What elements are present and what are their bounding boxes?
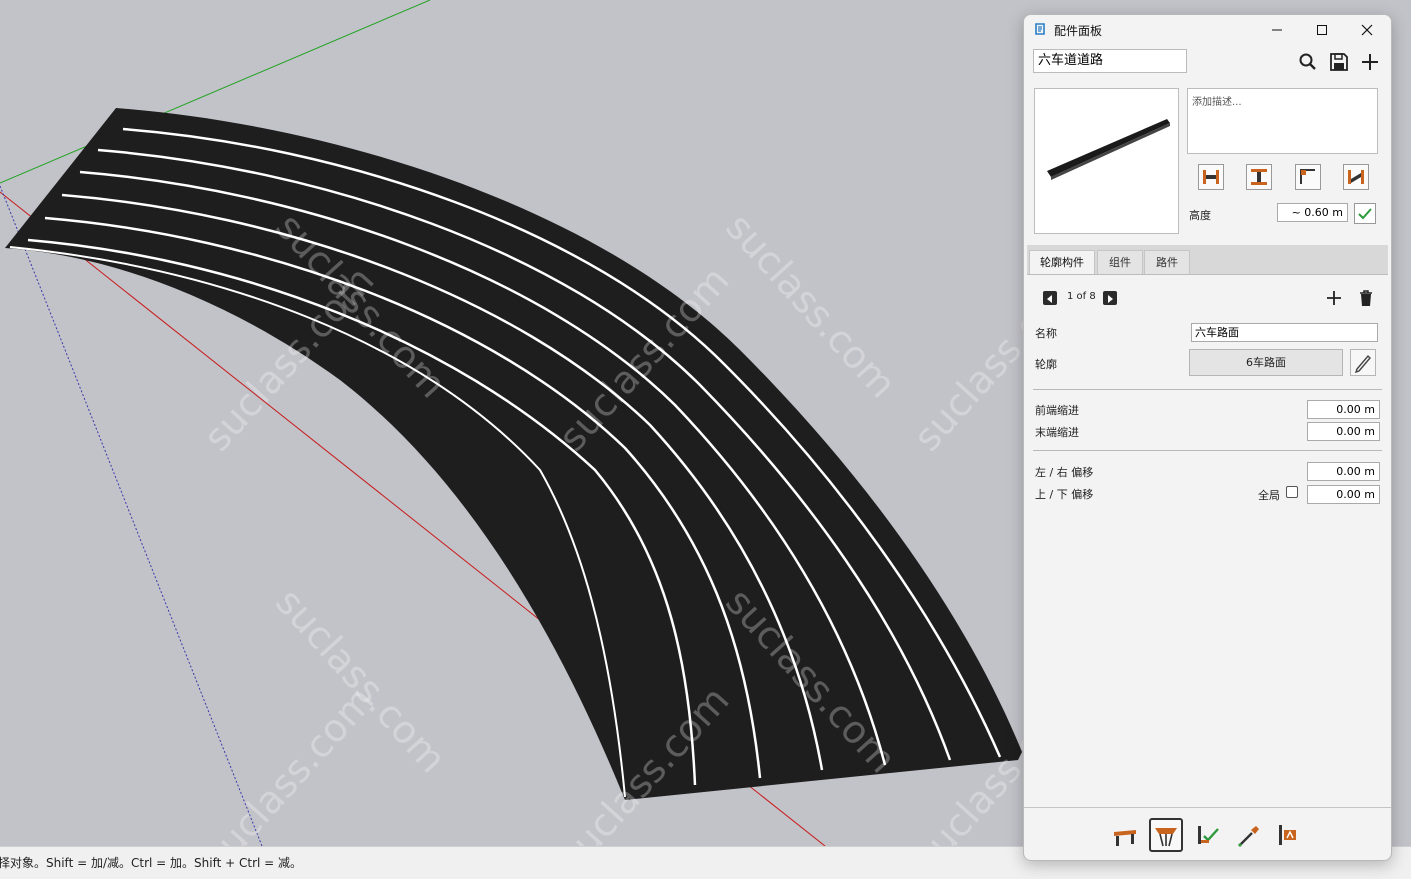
tab-profile-members[interactable]: 轮廓构件 [1029, 250, 1095, 274]
lr-offset-label: 左 / 右 偏移 [1035, 466, 1094, 479]
lr-offset-field[interactable]: 0.00 m [1307, 462, 1380, 481]
global-label: 全局 [1258, 489, 1280, 502]
assembly-name-input[interactable]: 六车道道路 [1033, 49, 1187, 73]
start-inset-field[interactable]: 0.00 m [1307, 400, 1380, 419]
profile-label: 轮廓 [1035, 358, 1057, 371]
corner-icon [1300, 169, 1315, 184]
close-button[interactable] [1345, 15, 1389, 45]
eyedropper-button[interactable] [1232, 818, 1266, 852]
profile-tool-button[interactable] [1149, 818, 1183, 852]
window-title: 配件面板 [1054, 24, 1103, 38]
skew-align-button[interactable] [1343, 164, 1369, 190]
status-hint: 择对象。Shift = 加/减。Ctrl = 加。Shift + Ctrl = … [0, 856, 303, 870]
global-checkbox[interactable] [1286, 486, 1298, 498]
close-icon [1361, 24, 1373, 36]
corner-align-button[interactable] [1295, 164, 1321, 190]
save-icon[interactable] [1329, 52, 1349, 72]
apply-tool-icon [1198, 826, 1219, 844]
chevron-right-icon [1108, 295, 1113, 303]
attribute-tool-button[interactable] [1272, 818, 1306, 852]
description-field[interactable]: 添加描述... [1187, 88, 1378, 154]
path-tool-button[interactable] [1108, 818, 1142, 852]
end-inset-field[interactable]: 0.00 m [1307, 422, 1380, 441]
align-top-bottom-button[interactable] [1246, 164, 1272, 190]
height-input[interactable]: ~ 0.60 m [1277, 203, 1348, 222]
ud-offset-label: 上 / 下 偏移 [1035, 488, 1094, 501]
pencil-icon [1354, 354, 1371, 374]
divider [1033, 389, 1382, 390]
confirm-height-button[interactable] [1354, 203, 1376, 224]
skew-icon [1348, 170, 1364, 184]
pager-text: 1 of 8 [1067, 291, 1096, 302]
minimize-icon [1272, 29, 1282, 31]
name-label: 名称 [1035, 327, 1057, 340]
path-tool-icon [1114, 830, 1136, 846]
name-field[interactable]: 六车路面 [1191, 323, 1378, 342]
maximize-button[interactable] [1300, 15, 1344, 45]
eyedropper-icon [1238, 826, 1259, 847]
align-top-bottom-icon [1251, 169, 1267, 185]
align-left-right-button[interactable] [1198, 164, 1224, 190]
previous-button[interactable] [1043, 291, 1057, 305]
minimize-button[interactable] [1255, 15, 1299, 45]
trash-icon[interactable] [1358, 289, 1374, 307]
sketchup-icon [1035, 23, 1045, 35]
component-panel-window: 配件面板 六车道道路 添加描述... 高度 ~ 0.60 m 轮廓构件 组件 路… [1023, 14, 1392, 861]
add-icon[interactable] [1360, 52, 1380, 72]
chevron-left-icon [1047, 295, 1052, 303]
ud-offset-field[interactable]: 0.00 m [1307, 485, 1380, 504]
road-surface [5, 108, 1022, 800]
start-inset-label: 前端缩进 [1035, 404, 1079, 417]
profile-select-button[interactable]: 6车路面 [1189, 349, 1343, 376]
tab-components[interactable]: 组件 [1097, 250, 1143, 274]
component-preview [1034, 88, 1179, 234]
height-label: 高度 [1189, 209, 1211, 222]
checkmark-icon [1358, 208, 1372, 220]
edit-profile-button[interactable] [1350, 349, 1376, 376]
divider [1033, 450, 1382, 451]
title-bar[interactable]: 配件面板 [1024, 15, 1391, 45]
end-inset-label: 末端缩进 [1035, 426, 1079, 439]
next-button[interactable] [1103, 291, 1117, 305]
tab-road-parts[interactable]: 路件 [1144, 250, 1190, 274]
divider [1024, 807, 1391, 808]
add-member-icon[interactable] [1325, 289, 1343, 307]
preview-image [1047, 119, 1170, 180]
maximize-icon [1317, 25, 1327, 35]
attribute-tool-icon [1279, 825, 1296, 845]
profile-tool-icon [1155, 828, 1177, 847]
apply-tool-button[interactable] [1192, 818, 1226, 852]
align-sides-icon [1203, 170, 1219, 184]
search-icon[interactable] [1298, 52, 1318, 72]
